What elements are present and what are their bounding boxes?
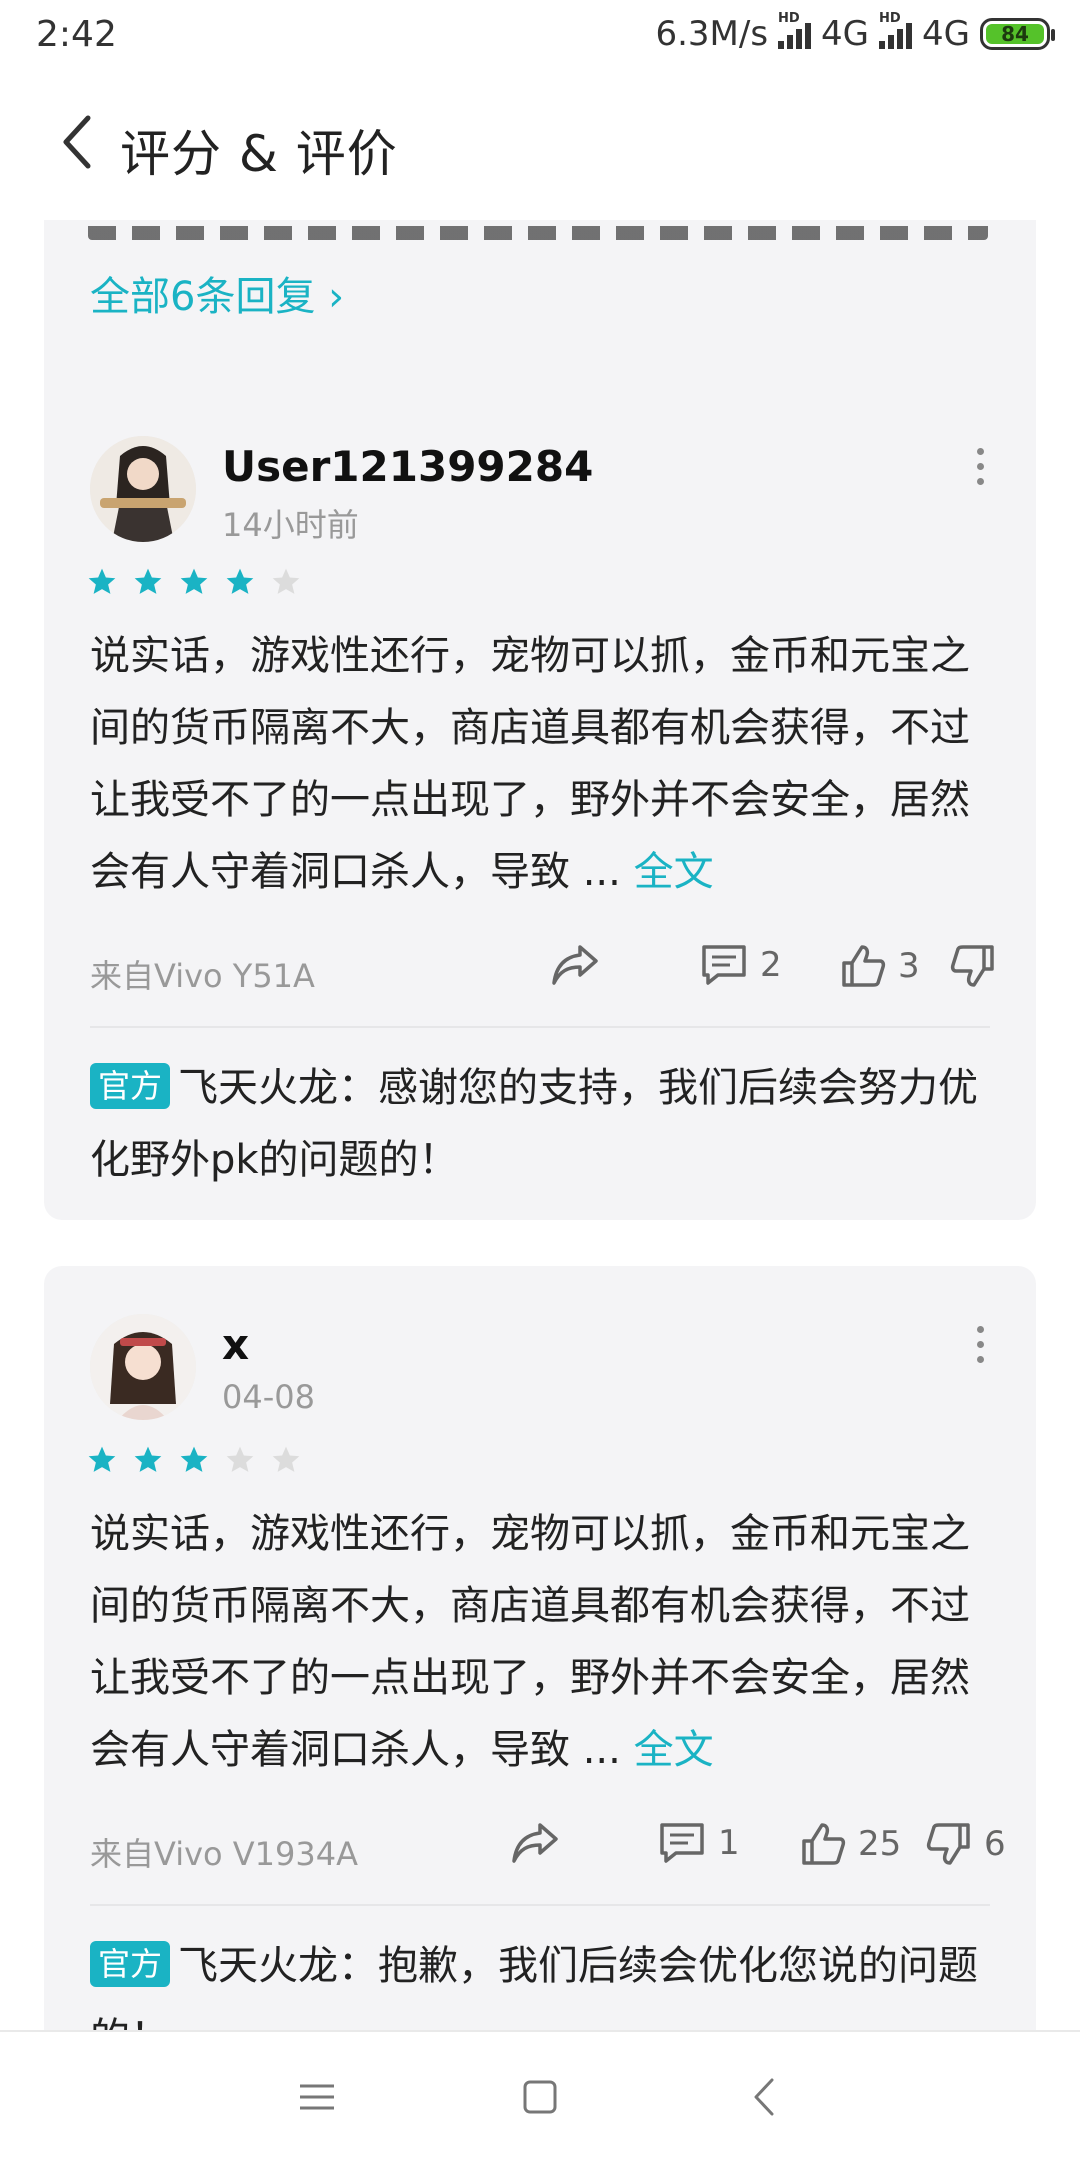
network-type-2: 4G xyxy=(922,14,970,54)
review-text: 说实话，游戏性还行，宠物可以抓，金币和元宝之间的货币隔离不大，商店道具都有机会获… xyxy=(90,633,970,895)
review-meta: 来自Vivo V1934A 1 25 6 xyxy=(90,1821,1006,1881)
system-nav-bar xyxy=(0,2030,1080,2160)
share-icon xyxy=(512,1823,558,1863)
official-badge: 官方 xyxy=(90,1941,171,1987)
status-right: 6.3M/s HD 4G HD 4G 84 xyxy=(655,11,1055,54)
comment-button[interactable]: 2 xyxy=(700,943,782,987)
comment-icon xyxy=(702,945,746,985)
full-text-link[interactable]: 全文 xyxy=(634,1727,714,1773)
comment-count: 2 xyxy=(760,945,782,985)
dislike-button[interactable] xyxy=(950,943,1008,989)
review-card: User121399284 14小时前 说实话，游戏性还行，宠物可以抓，金币和元… xyxy=(44,388,1036,1220)
menu-icon[interactable] xyxy=(292,2072,342,2122)
back-nav-icon[interactable] xyxy=(740,2072,790,2122)
truncated-text xyxy=(88,226,988,240)
signal-icon: HD xyxy=(778,11,812,49)
share-button[interactable] xyxy=(550,943,600,987)
review-meta: 来自Vivo Y51A 2 3 xyxy=(90,943,1000,1003)
star-empty-icon xyxy=(272,1446,300,1472)
dislike-count: 6 xyxy=(984,1824,1006,1864)
like-count: 3 xyxy=(898,946,920,986)
rating-stars xyxy=(86,1444,302,1476)
app-header: 评分 & 评价 xyxy=(0,70,1080,220)
like-button[interactable]: 25 xyxy=(800,1821,901,1867)
comment-icon xyxy=(660,1823,704,1863)
signal-icon-2: HD xyxy=(879,11,913,49)
like-count: 25 xyxy=(858,1824,902,1864)
official-badge: 官方 xyxy=(90,1063,171,1109)
status-time: 2:42 xyxy=(36,14,117,55)
device-info: 来自Vivo Y51A xyxy=(90,957,315,995)
username[interactable]: x xyxy=(222,1320,249,1369)
full-text-link[interactable]: 全文 xyxy=(634,849,714,895)
star-icon xyxy=(88,568,116,594)
star-icon xyxy=(134,1446,162,1472)
star-empty-icon xyxy=(272,568,300,594)
divider xyxy=(90,1026,990,1028)
battery-level: 84 xyxy=(986,22,1044,46)
star-icon xyxy=(134,568,162,594)
star-icon xyxy=(180,568,208,594)
more-icon[interactable] xyxy=(974,448,986,488)
page-title: 评分 & 评价 xyxy=(120,125,398,183)
share-button[interactable] xyxy=(510,1821,560,1865)
home-icon[interactable] xyxy=(515,2072,565,2122)
dislike-icon xyxy=(950,945,994,987)
back-icon[interactable] xyxy=(58,112,98,172)
review-time: 14小时前 xyxy=(222,506,359,544)
review-text: 说实话，游戏性还行，宠物可以抓，金币和元宝之间的货币隔离不大，商店道具都有机会获… xyxy=(90,1511,970,1773)
official-reply: 官方飞天火龙：抱歉，我们后续会优化您说的问题的！ xyxy=(90,1930,1000,2030)
network-type-1: 4G xyxy=(821,14,870,54)
network-speed: 6.3M/s xyxy=(655,14,769,54)
review-card: x 04-08 说实话，游戏性还行，宠物可以抓，金币和元宝之间的货币隔离不大，商… xyxy=(44,1266,1036,2030)
comment-button[interactable]: 1 xyxy=(658,1821,740,1865)
battery-icon: 84 xyxy=(980,18,1055,50)
device-info: 来自Vivo V1934A xyxy=(90,1835,358,1873)
official-reply-text: 飞天火龙：抱歉，我们后续会优化您说的问题的！ xyxy=(90,1943,979,2030)
avatar[interactable] xyxy=(90,436,196,542)
official-reply-text: 飞天火龙：感谢您的支持，我们后续会努力优化野外pk的问题的！ xyxy=(90,1065,979,1183)
like-icon xyxy=(802,1823,846,1865)
comment-count: 1 xyxy=(718,1823,740,1863)
like-button[interactable]: 3 xyxy=(840,943,920,989)
star-icon xyxy=(88,1446,116,1472)
review-text-block[interactable]: 说实话，游戏性还行，宠物可以抓，金币和元宝之间的货币隔离不大，商店道具都有机会获… xyxy=(90,1498,1000,1786)
more-icon[interactable] xyxy=(974,1326,986,1366)
rating-stars xyxy=(86,566,302,598)
share-icon xyxy=(552,945,598,985)
star-icon xyxy=(226,568,254,594)
review-text-block[interactable]: 说实话，游戏性还行，宠物可以抓，金币和元宝之间的货币隔离不大，商店道具都有机会获… xyxy=(90,620,1000,908)
review-list[interactable]: 全部6条回复 › User121399284 14小时前 说实话，游戏性还行，宠… xyxy=(0,220,1080,2030)
dislike-icon xyxy=(926,1823,970,1865)
username[interactable]: User121399284 xyxy=(222,442,593,491)
official-reply: 官方 飞天火龙：感谢您的支持，我们后续会努力优化野外pk的问题的！ xyxy=(90,1052,1000,1196)
star-empty-icon xyxy=(226,1446,254,1472)
divider xyxy=(90,1904,990,1906)
all-replies-link[interactable]: 全部6条回复 › xyxy=(90,264,344,322)
star-icon xyxy=(180,1446,208,1472)
like-icon xyxy=(842,945,886,987)
dislike-button[interactable]: 6 xyxy=(926,1821,1006,1867)
review-time: 04-08 xyxy=(222,1378,315,1416)
avatar[interactable] xyxy=(90,1314,196,1420)
status-bar: 2:42 6.3M/s HD 4G HD 4G 84 xyxy=(0,0,1080,70)
